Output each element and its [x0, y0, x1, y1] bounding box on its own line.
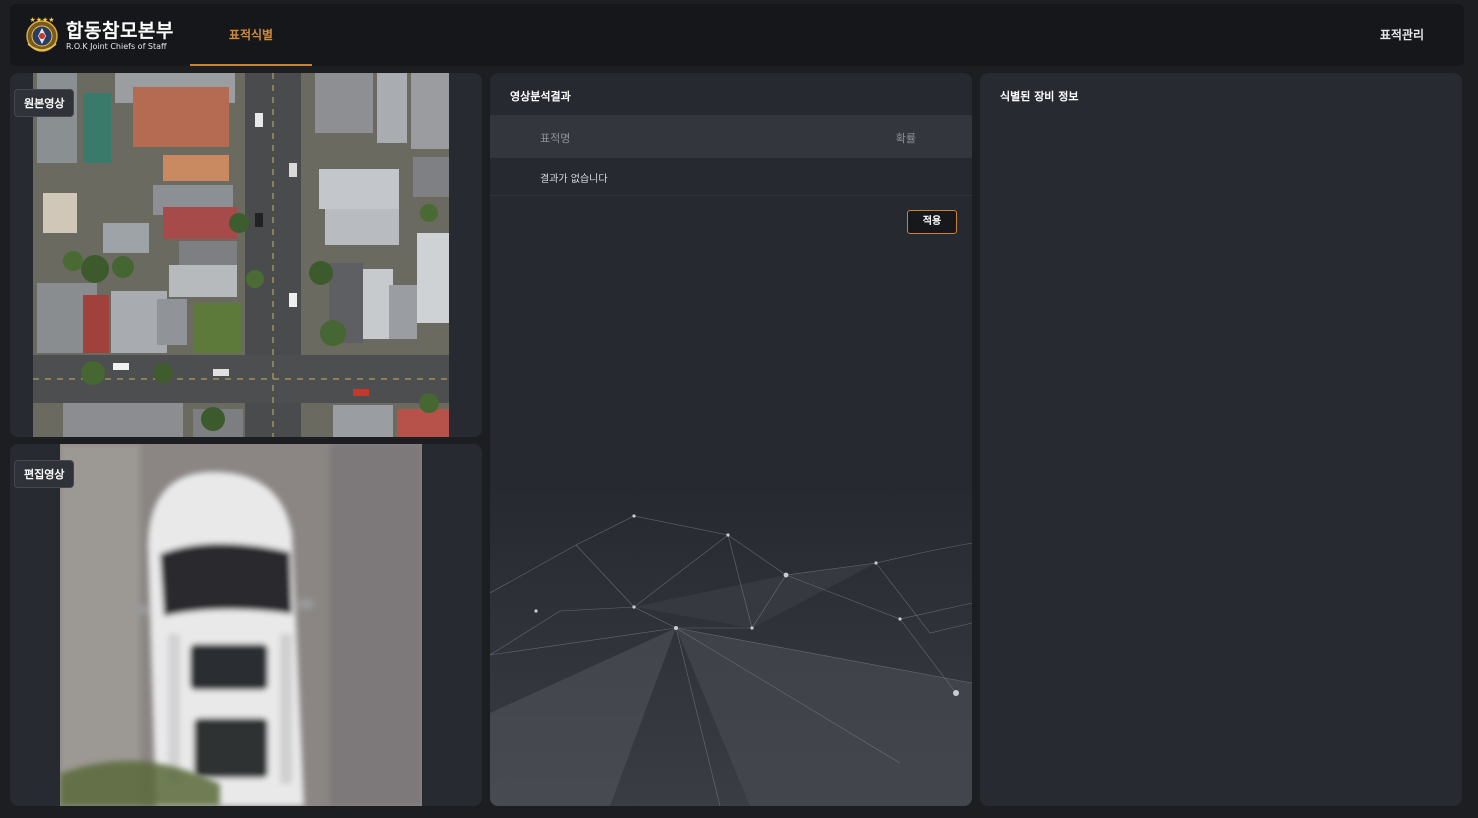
tab-target-identification[interactable]: 표적식별: [190, 4, 312, 66]
table-row: 결과가 없습니다: [490, 158, 972, 196]
top-nav-bar: ★★★★ 합동참모본부 R.O.K Joint Chiefs of Staff …: [10, 4, 1464, 66]
result-table-header: 표적명 확률: [490, 115, 972, 158]
edited-video-panel: 편집영상: [10, 444, 482, 806]
original-video-label: 원본영상: [14, 89, 75, 117]
equipment-info-title: 식별된 장비 정보: [1000, 90, 1079, 103]
jcs-emblem-icon: ★★★★: [26, 16, 58, 52]
apply-button[interactable]: 적용: [907, 210, 957, 234]
analysis-result-panel: 영상분석결과 표적명 확률 결과가 없습니다 적용: [490, 73, 972, 806]
equipment-info-panel: 식별된 장비 정보: [980, 73, 1462, 806]
logo-subtitle: R.O.K Joint Chiefs of Staff: [66, 42, 167, 51]
logo[interactable]: ★★★★ 합동참모본부 R.O.K Joint Chiefs of Staff: [24, 14, 184, 58]
app-root: ★★★★ 합동참모본부 R.O.K Joint Chiefs of Staff …: [0, 0, 1478, 818]
network-background-graphic: [490, 483, 972, 806]
empty-result-message: 결과가 없습니다: [540, 174, 608, 185]
original-video-panel: 원본영상: [10, 73, 482, 437]
zoomed-white-vehicle-image: [60, 444, 422, 806]
result-table: 표적명 확률 결과가 없습니다: [490, 115, 972, 196]
column-header-target-name: 표적명: [540, 132, 571, 145]
original-video-frame[interactable]: [33, 73, 449, 437]
tab-target-management[interactable]: 표적관리: [1380, 4, 1424, 66]
edited-video-label: 편집영상: [14, 460, 75, 488]
aerial-city-image: [33, 73, 449, 437]
edited-video-frame[interactable]: [60, 444, 422, 806]
logo-title: 합동참모본부: [66, 20, 174, 42]
column-header-probability: 확률: [895, 132, 916, 145]
analysis-result-title: 영상분석결과: [510, 90, 571, 103]
svg-text:★★★★: ★★★★: [29, 16, 54, 24]
